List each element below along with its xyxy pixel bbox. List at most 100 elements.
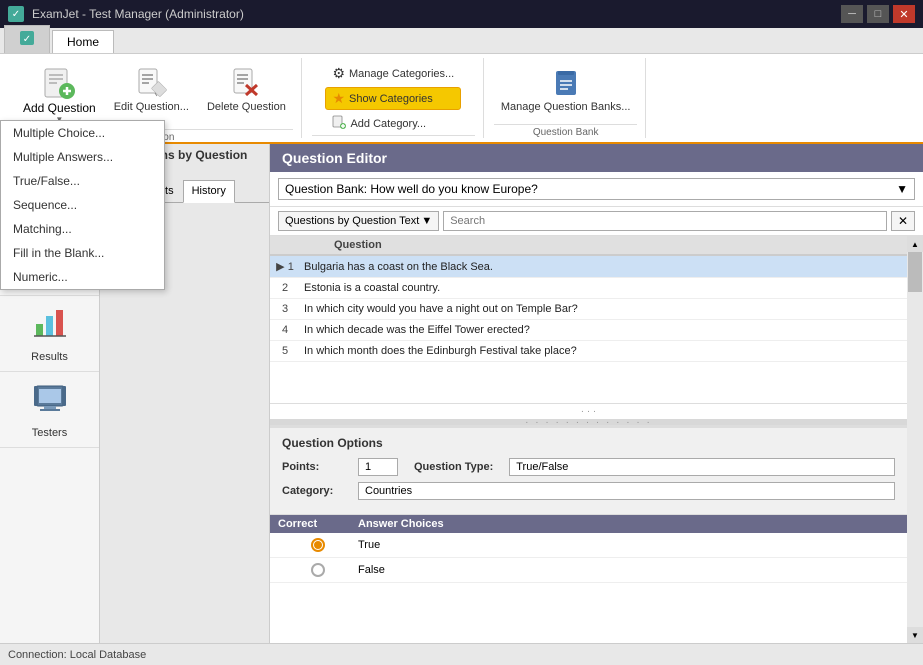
row-4-text: In which decade was the Eiffel Tower ere… [300, 324, 907, 336]
sidebar-item-testers[interactable]: Testers [0, 372, 99, 448]
questions-table: Question ▶ 1 Bulgaria has a coast on the… [270, 236, 907, 643]
questions-section: Question ▶ 1 Bulgaria has a coast on the… [270, 236, 923, 643]
add-question-icon [43, 67, 75, 99]
dropdown-multiple-answers[interactable]: Multiple Answers... [1, 145, 164, 169]
search-clear-button[interactable]: ✕ [891, 211, 915, 231]
sidebar-testers-label: Testers [32, 427, 67, 439]
filter-chevron: ▼ [421, 215, 432, 227]
add-category-icon [332, 115, 346, 132]
add-question-button[interactable]: Add Question ▼ [16, 62, 103, 129]
radio-false[interactable] [311, 563, 325, 577]
category-value: Countries [358, 482, 895, 500]
row-3-text: In which city would you have a night out… [300, 303, 907, 315]
table-empty-space [270, 362, 907, 403]
edit-question-label: Edit Question... [114, 101, 189, 114]
ribbon-group-category: ⚙ Manage Categories... ★ Show Categories… [304, 58, 484, 138]
table-row[interactable]: 4 In which decade was the Eiffel Tower e… [270, 320, 907, 341]
answer-col-header: Answer Choices [358, 518, 899, 530]
question-bank-chevron: ▼ [896, 182, 908, 196]
dropdown-numeric[interactable]: Numeric... [1, 265, 164, 289]
question-options: Question Options Points: 1 Question Type… [270, 425, 907, 514]
answer-empty [270, 583, 907, 643]
row-3-num: 3 [270, 303, 300, 315]
table-row[interactable]: ▶ 1 Bulgaria has a coast on the Black Se… [270, 256, 907, 278]
tab-history[interactable]: History [183, 180, 235, 203]
scroll-track[interactable] [907, 252, 923, 627]
answer-text-false: False [358, 564, 899, 576]
ribbon-qb-group-label: Question Bank [494, 124, 638, 138]
question-bank-selector: Question Bank: How well do you know Euro… [270, 172, 923, 207]
add-question-dropdown-menu: Multiple Choice... Multiple Answers... T… [0, 120, 165, 290]
correct-col-header: Correct [278, 518, 358, 530]
content-title: Question Editor [282, 150, 387, 166]
question-type-label: Question Type: [414, 461, 493, 473]
header-num [270, 239, 300, 251]
delete-question-icon [230, 67, 262, 99]
tab-home[interactable]: Home [52, 30, 114, 53]
answer-radio-false[interactable] [278, 563, 358, 577]
edit-question-button[interactable]: Edit Question... [107, 62, 196, 119]
search-input[interactable] [443, 211, 887, 231]
testers-icon [32, 380, 68, 423]
table-row[interactable]: 3 In which city would you have a night o… [270, 299, 907, 320]
delete-question-button[interactable]: Delete Question [200, 62, 293, 119]
radio-true[interactable] [311, 538, 325, 552]
close-button[interactable]: ✕ [893, 5, 915, 23]
table-row[interactable]: 5 In which month does the Edinburgh Fest… [270, 341, 907, 362]
scroll-up-button[interactable]: ▲ [907, 236, 923, 252]
row-2-num: 2 [270, 282, 300, 294]
window-controls: ─ □ ✕ [841, 5, 915, 23]
dropdown-sequence[interactable]: Sequence... [1, 193, 164, 217]
add-category-label: Add Category... [350, 118, 426, 130]
row-1-num: ▶ 1 [270, 260, 300, 273]
question-type-value: True/False [509, 458, 895, 476]
show-categories-button[interactable]: ★ Show Categories [325, 87, 461, 110]
scrollbar: ▲ ▼ [907, 236, 923, 643]
manage-categories-button[interactable]: ⚙ Manage Categories... [325, 62, 461, 85]
restore-button[interactable]: □ [867, 5, 889, 23]
answer-row-false[interactable]: False [270, 558, 907, 583]
title-bar: ✓ ExamJet - Test Manager (Administrator)… [0, 0, 923, 28]
options-title: Question Options [282, 436, 895, 450]
svg-text:✓: ✓ [23, 34, 31, 45]
radio-true-inner [314, 541, 322, 549]
filter-dropdown[interactable]: Questions by Question Text ▼ [278, 211, 439, 231]
show-categories-icon: ★ [332, 90, 345, 107]
points-label: Points: [282, 461, 342, 473]
dropdown-matching[interactable]: Matching... [1, 217, 164, 241]
dropdown-multiple-choice[interactable]: Multiple Choice... [1, 121, 164, 145]
scroll-thumb[interactable] [908, 252, 922, 292]
add-category-button[interactable]: Add Category... [325, 112, 461, 135]
filter-label: Questions by Question Text [285, 215, 419, 227]
row-2-text: Estonia is a coastal country. [300, 282, 907, 294]
row-4-num: 4 [270, 324, 300, 336]
dropdown-true-false[interactable]: True/False... [1, 169, 164, 193]
manage-qb-icon [550, 67, 582, 99]
answer-row-true[interactable]: True [270, 533, 907, 558]
dropdown-fill-blank[interactable]: Fill in the Blank... [1, 241, 164, 265]
status-bar: Connection: Local Database [0, 643, 923, 665]
category-label: Category: [282, 485, 342, 497]
sidebar-results-label: Results [31, 351, 68, 363]
minimize-button[interactable]: ─ [841, 5, 863, 23]
ribbon-category-group-label: . [312, 135, 475, 149]
manage-qb-label: Manage Question Banks... [501, 101, 631, 114]
sidebar-item-results[interactable]: Results [0, 296, 99, 372]
app-icon: ✓ [8, 6, 24, 22]
answer-radio-true[interactable] [278, 538, 358, 552]
answer-text-true: True [358, 539, 899, 551]
manage-categories-label: Manage Categories... [349, 68, 454, 80]
tab-icon[interactable]: ✓ [4, 25, 50, 53]
options-row-points: Points: 1 Question Type: True/False [282, 458, 895, 476]
ribbon-question-buttons: Add Question ▼ Edit Question... [16, 58, 293, 129]
question-bank-dropdown[interactable]: Question Bank: How well do you know Euro… [278, 178, 915, 200]
manage-question-banks-button[interactable]: Manage Question Banks... [494, 62, 638, 119]
content-area: Question Editor Question Bank: How well … [270, 144, 923, 643]
manage-categories-icon: ⚙ [332, 65, 345, 82]
status-text: Connection: Local Database [8, 649, 146, 661]
edit-question-icon [135, 67, 167, 99]
scroll-down-button[interactable]: ▼ [907, 627, 923, 643]
ribbon-group-questionbank: Manage Question Banks... Question Bank [486, 58, 647, 138]
table-row[interactable]: 2 Estonia is a coastal country. [270, 278, 907, 299]
answer-header: Correct Answer Choices [270, 515, 907, 533]
